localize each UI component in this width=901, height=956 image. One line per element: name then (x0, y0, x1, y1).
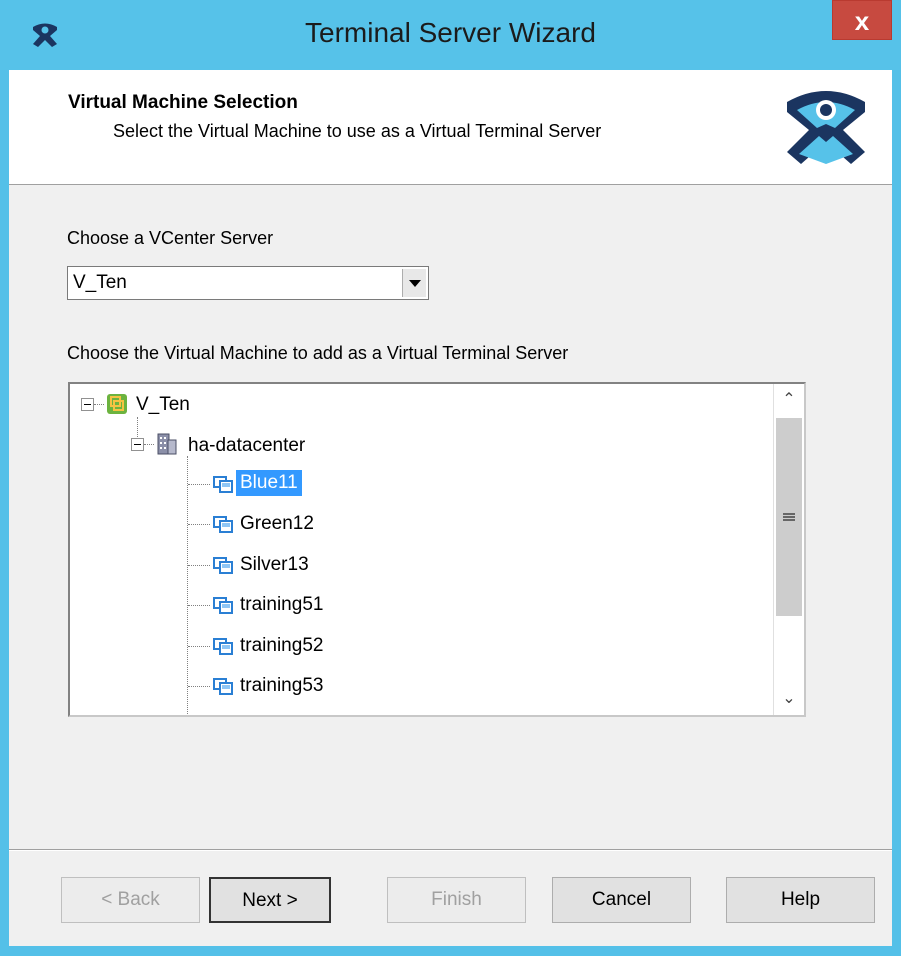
vm-icon (212, 473, 234, 495)
tree-node-vm-label: Blue11 (236, 470, 302, 496)
page-title: Virtual Machine Selection (68, 92, 298, 113)
tree-node-vm-label: training51 (240, 594, 324, 615)
cancel-button[interactable]: Cancel (552, 877, 691, 923)
page-subtitle: Select the Virtual Machine to use as a V… (113, 121, 602, 141)
vcenter-selected-value: V_Ten (73, 272, 127, 293)
tree-node-vm[interactable]: Silver13 (236, 552, 313, 578)
tree-node-vm[interactable]: training53 (236, 673, 327, 699)
vm-icon (212, 513, 234, 535)
wizard-body: Virtual Machine Selection Select the Vir… (9, 70, 892, 946)
vm-icon (212, 554, 234, 576)
scroll-down-icon[interactable]: ⌄ (774, 683, 804, 715)
title-bar[interactable]: Terminal Server Wizard x (0, 0, 901, 70)
vcenter-select[interactable]: V_Ten (67, 266, 429, 300)
vm-tree[interactable]: V_Ten ha-datacenter Blue11 Green12 Silve… (68, 382, 806, 717)
help-button[interactable]: Help (726, 877, 875, 923)
tree-node-datacenter[interactable]: ha-datacenter (184, 433, 309, 459)
dropdown-arrow-icon[interactable] (402, 269, 426, 297)
collapse-datacenter-icon[interactable] (131, 438, 144, 451)
vertical-scrollbar[interactable]: ⌃ ⌄ (773, 384, 804, 715)
next-button[interactable]: Next > (209, 877, 331, 923)
collapse-root-icon[interactable] (81, 398, 94, 411)
vm-icon (212, 712, 234, 715)
close-button[interactable]: x (832, 0, 892, 40)
footer-divider (9, 849, 892, 851)
vm-icon (212, 675, 234, 697)
vcenter-icon (106, 393, 128, 415)
finish-button[interactable]: Finish (387, 877, 526, 923)
tree-node-vm-label: Green12 (240, 513, 314, 534)
vm-tree-label: Choose the Virtual Machine to add as a V… (67, 343, 569, 363)
vm-icon (212, 635, 234, 657)
tree-node-vm[interactable]: Green12 (236, 511, 318, 537)
tree-node-vm-label: training52 (240, 635, 324, 656)
vcenter-label: Choose a VCenter Server (67, 228, 274, 248)
back-button[interactable]: < Back (61, 877, 200, 923)
window-title: Terminal Server Wizard (305, 17, 596, 48)
tree-node-vm[interactable]: training52 (236, 633, 327, 659)
tree-node-root-label: V_Ten (136, 394, 190, 415)
thinmanager-logo-icon (783, 84, 869, 170)
scrollbar-thumb[interactable] (776, 418, 802, 616)
vm-icon (212, 594, 234, 616)
tree-node-vm-label: training53 (240, 675, 324, 696)
tree-node-root[interactable]: V_Ten (132, 392, 194, 418)
tree-node-vm-label: Silver13 (240, 554, 309, 575)
tree-node-vm[interactable]: training51 (236, 592, 327, 618)
wizard-window: Terminal Server Wizard x Virtual Machine… (0, 0, 901, 956)
wizard-header: Virtual Machine Selection Select the Vir… (9, 70, 892, 185)
tree-node-vm[interactable]: Blue11 (236, 470, 302, 496)
datacenter-icon (156, 432, 178, 456)
tree-node-datacenter-label: ha-datacenter (188, 435, 306, 456)
scroll-up-icon[interactable]: ⌃ (774, 384, 804, 416)
scroll-grip-icon (783, 513, 795, 521)
